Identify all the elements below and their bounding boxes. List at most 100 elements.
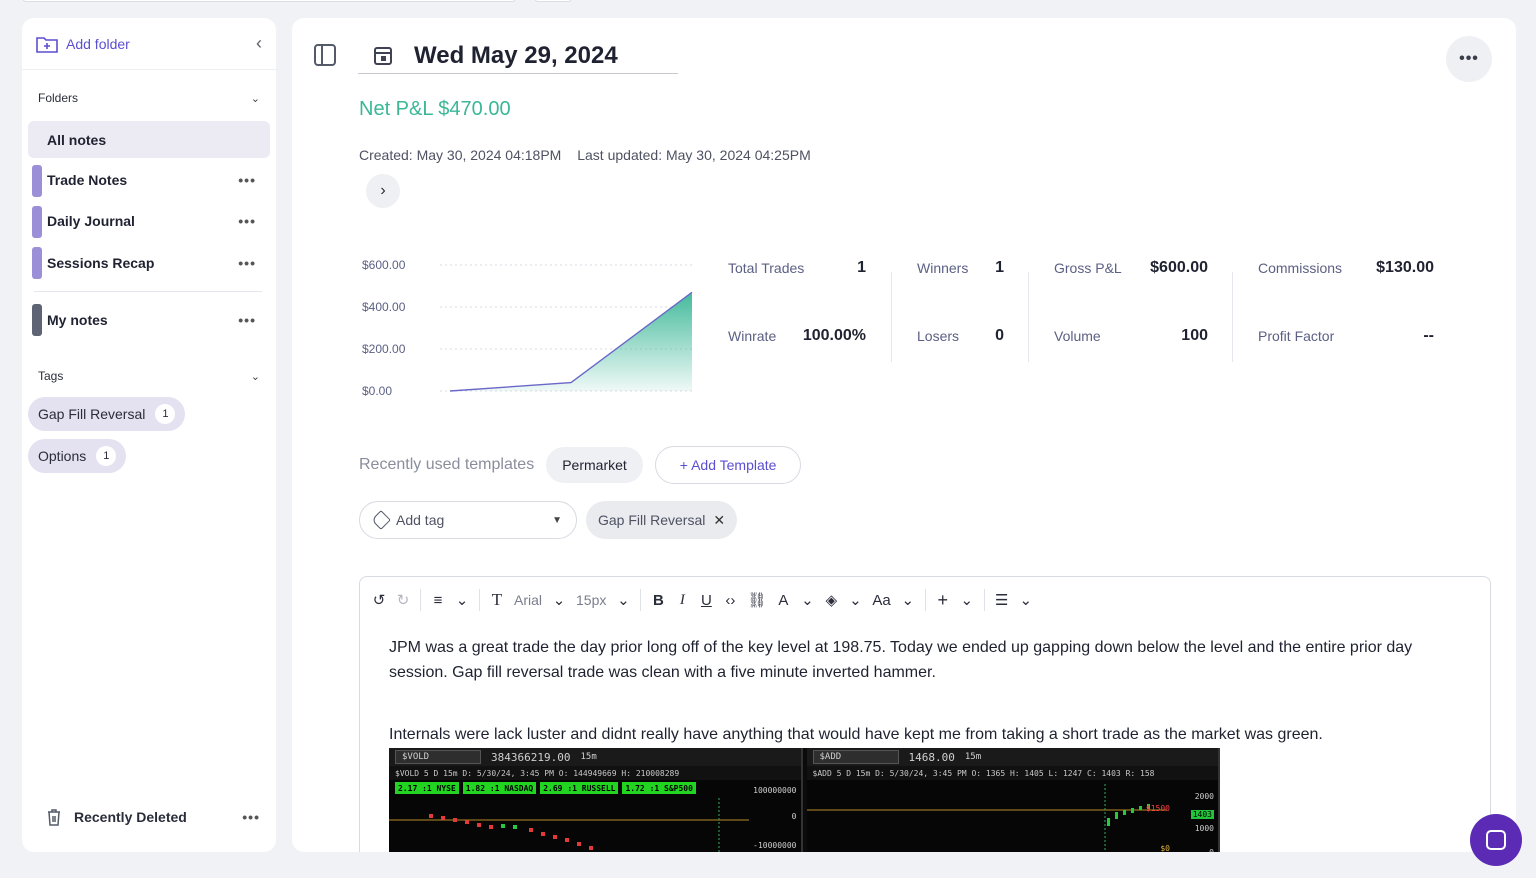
font-type-icon: T [491,590,503,609]
more-actions-button[interactable]: ••• [1446,36,1492,82]
total-trades-label: Total Trades [728,260,805,276]
embedded-chart-screenshot[interactable]: $VOLD 384366219.00 15m $VOLD 5 D 15m D: … [389,748,1220,852]
axis-label: 1403 [1190,810,1214,819]
italic-icon[interactable]: I [675,592,689,609]
tag-label: Options [38,448,87,464]
chevron-down-icon[interactable]: ⌄ [1019,591,1033,609]
font-family-select[interactable]: Arial [514,592,542,608]
stats-divider [1232,272,1233,362]
chevron-down-icon[interactable]: ⌄ [552,591,566,609]
note-meta: Created: May 30, 2024 04:18PM Last updat… [359,147,811,163]
collapse-sidebar-icon[interactable]: ‹ [256,33,262,54]
folders-heading: Folders [38,91,79,105]
expand-arrow-button[interactable]: › [366,174,400,208]
template-chip-permarket[interactable]: Permarket [546,447,643,483]
undo-icon[interactable]: ↺ [372,591,386,609]
chevron-down-icon[interactable]: ⌄ [848,591,862,609]
chevron-down-icon: ⌄ [250,370,260,383]
editor-paragraph: JPM was a great trade the day prior long… [389,639,1413,681]
add-template-button[interactable]: + Add Template [654,446,802,484]
more-options-icon[interactable]: ••• [238,312,256,328]
code-icon[interactable]: ‹› [723,592,737,609]
chart-info-row: $VOLD 5 D 15m D: 5/30/24, 3:45 PM O: 144… [389,766,801,780]
symbol-price: 384366219.00 [491,750,571,764]
net-pl-value: Net P&L $470.00 [359,98,511,120]
caret-down-icon: ▼ [552,514,562,526]
tags-section-header[interactable]: Tags ⌄ [22,366,276,386]
tag-pill-options[interactable]: Options 1 [28,439,127,473]
stats-divider [891,272,892,362]
link-icon[interactable]: ⛓ [747,591,766,609]
folder-item-my-notes[interactable]: My notes ••• [28,301,270,338]
vold-chart-pane: $VOLD 384366219.00 15m $VOLD 5 D 15m D: … [389,748,803,852]
trash-icon [48,809,60,826]
chevron-down-icon[interactable]: ⌄ [960,591,974,609]
ratio-row: 2.17 :1 NYSE 1.82 :1 NASDAQ 2.69 :1 RUSS… [389,780,801,796]
top-button-stub [534,0,572,2]
align-left-icon[interactable]: ☰ [995,591,1009,609]
top-search-stub [22,0,516,2]
y-tick-label: $600.00 [362,258,406,272]
text-case-button[interactable]: Aa [872,592,890,609]
chevron-down-icon[interactable]: ⌄ [616,591,630,609]
recently-deleted-label: Recently Deleted [74,809,187,825]
profit-factor-label: Profit Factor [1258,328,1335,344]
rich-text-editor[interactable]: ↺ ↻ ≡ ⌄ T Arial ⌄ 15px ⌄ B I U ‹› ⛓ A ⌄ … [359,576,1491,852]
chat-support-button[interactable] [1470,814,1522,866]
axis-label: 100000000 [753,786,797,795]
add-folder-button[interactable]: Add folder [36,35,130,53]
losers-value: 0 [995,327,1004,344]
text-color-icon[interactable]: A [776,592,790,609]
note-date-field[interactable]: Wed May 29, 2024 [358,38,678,74]
font-size-select[interactable]: 15px [576,592,606,608]
created-timestamp: Created: May 30, 2024 04:18PM [359,147,562,163]
axis-label: 2000 [1194,792,1214,801]
winrate-value: 100.00% [802,327,866,344]
notes-sidebar: Add folder ‹ Folders ⌄ All notes Trade N… [22,18,276,852]
more-options-icon[interactable]: ••• [238,213,256,229]
tag-label: Gap Fill Reversal [38,406,146,422]
symbol-field: $ADD [812,750,899,764]
more-options-icon[interactable]: ••• [238,255,256,271]
chevron-down-icon[interactable]: ⌄ [901,591,915,609]
redo-icon[interactable]: ↻ [396,591,410,609]
folder-item-all-notes[interactable]: All notes [28,121,270,158]
tag-pill-gap-fill-reversal[interactable]: Gap Fill Reversal 1 [28,397,186,431]
tag-count-badge: 1 [96,446,117,466]
add-tag-select[interactable]: Add tag ▼ [359,501,577,539]
ratio-badge: 1.82 :1 NASDAQ [462,782,537,794]
note-date-title: Wed May 29, 2024 [414,41,618,69]
bold-icon[interactable]: B [651,592,665,609]
folder-item-sessions-recap[interactable]: Sessions Recap ••• [28,244,270,281]
toggle-panel-icon[interactable] [314,44,336,66]
axis-label: -10000000 [753,841,797,850]
chat-icon [1486,830,1506,850]
vold-plot [389,798,749,852]
commissions-label: Commissions [1258,260,1343,276]
chevron-down-icon[interactable]: ⌄ [800,591,814,609]
note-panel: Wed May 29, 2024 ••• Net P&L $470.00 Cre… [292,18,1516,852]
profit-factor-value: -- [1423,327,1434,344]
folder-item-trade-notes[interactable]: Trade Notes ••• [28,161,270,198]
folders-section-header[interactable]: Folders ⌄ [22,88,276,108]
recently-deleted-item[interactable]: Recently Deleted ••• [46,808,260,826]
folder-label: Daily Journal [47,212,135,229]
axis-label: 0 [791,812,797,821]
level-marker: $0 [1160,844,1170,852]
toolbar-divider [983,589,985,611]
folder-label: Trade Notes [47,171,128,188]
remove-tag-icon[interactable]: ✕ [713,512,725,529]
winners-value: 1 [995,259,1004,276]
interval-label: 15m [580,752,597,762]
underline-icon[interactable]: U [699,592,713,609]
add-tag-placeholder: Add tag [396,512,445,528]
chevron-down-icon[interactable]: ⌄ [455,591,469,609]
more-options-icon[interactable]: ••• [242,809,260,825]
symbol-field: $VOLD [395,750,481,764]
y-tick-label: $200.00 [362,342,406,356]
insert-plus-icon[interactable]: + [936,590,950,611]
highlight-color-icon[interactable]: ◈ [824,591,838,609]
more-options-icon[interactable]: ••• [238,172,256,188]
folder-item-daily-journal[interactable]: Daily Journal ••• [28,202,270,239]
paragraph-style-icon[interactable]: ≡ [431,592,445,609]
